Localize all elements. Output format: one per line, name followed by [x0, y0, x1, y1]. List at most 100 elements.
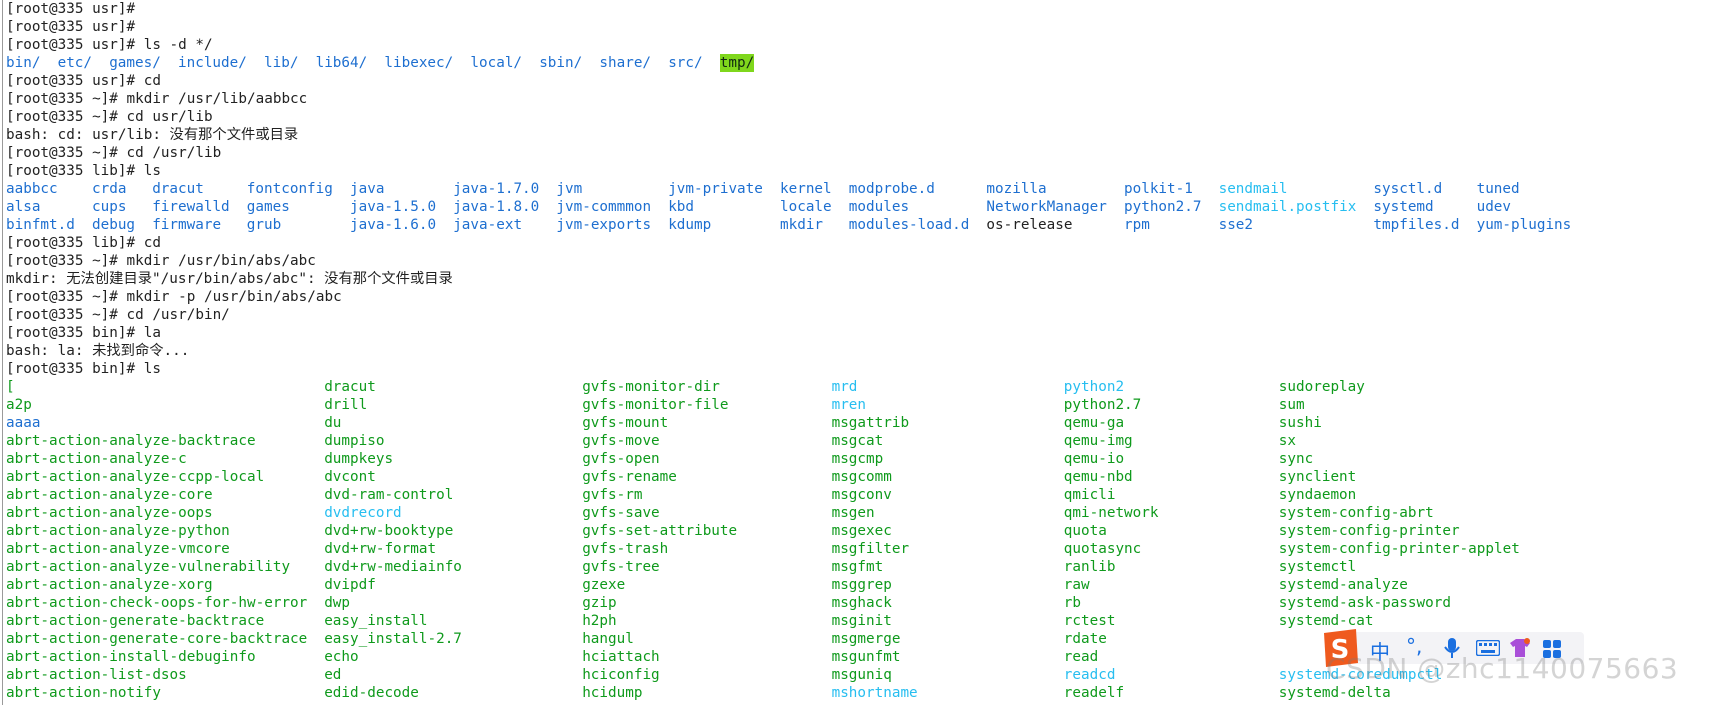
listing-entry: synclient: [1278, 469, 1357, 485]
listing-entry: dracut: [324, 379, 376, 395]
listing-entry: gvfs-monitor-dir: [582, 379, 720, 395]
listing-entry: a2p: [6, 397, 32, 413]
listing-entry: lib/: [264, 55, 299, 71]
listing-entry: rdate: [1063, 631, 1107, 647]
listing-row: aabbcc crda dracut fontconfig java java-1.7.0…: [0, 180, 1714, 198]
listing-entry: easy_install-2.7: [324, 631, 462, 647]
listing-entry: abrt-action-check-oops-for-hw-error: [6, 595, 308, 611]
listing-entry: dvcont: [324, 469, 376, 485]
listing-entry: msginit: [831, 613, 892, 629]
listing-entry: systemd-analyze: [1278, 577, 1408, 593]
listing-entry: gvfs-open: [582, 451, 660, 467]
listing-entry: edid-decode: [324, 685, 419, 701]
terminal-line: [root@335 usr]#: [6, 19, 144, 35]
listing-entry: msghack: [831, 595, 892, 611]
listing-entry: sx: [1278, 433, 1297, 449]
listing-entry: msgmerge: [831, 631, 901, 647]
listing-entry: gvfs-rm: [582, 487, 643, 503]
listing-entry: abrt-action-analyze-vulnerability: [6, 559, 291, 575]
listing-entry: dvd+rw-format: [324, 541, 437, 557]
listing-row: abrt-action-analyze-python dvd+rw-booktyp…: [0, 522, 1714, 540]
listing-entry: dvd+rw-booktype: [324, 523, 454, 539]
listing-entry: modules: [848, 199, 910, 215]
listing-entry: gvfs-save: [582, 505, 660, 521]
listing-entry: etc/: [57, 55, 93, 71]
listing-entry: locale: [780, 199, 832, 215]
listing-entry: systemd: [1373, 199, 1434, 215]
terminal-line: [root@335 lib]# ls: [6, 163, 161, 179]
listing-entry: hangul: [582, 631, 634, 647]
listing-entry: sendmail: [1218, 181, 1288, 197]
listing-entry: qemu-ga: [1063, 415, 1125, 431]
listing-entry: polkit-1: [1124, 181, 1193, 197]
listing-entry: dwp: [324, 595, 351, 611]
listing-entry: abrt-action-analyze-backtrace: [6, 433, 256, 449]
terminal-line: [root@335 ~]# cd usr/lib: [6, 109, 213, 125]
listing-entry: rb: [1063, 595, 1082, 611]
terminal-line: [root@335 ~]# mkdir -p /usr/bin/abs/abc: [6, 289, 342, 305]
listing-entry: msguniq: [831, 667, 892, 683]
listing-entry: java-ext: [453, 217, 523, 233]
listing-entry: aaaa: [6, 415, 41, 431]
terminal-line: bash: cd: usr/lib: 没有那个文件或目录: [6, 127, 299, 143]
listing-entry: dvdrecord: [324, 505, 402, 521]
listing-entry: dvipdf: [324, 577, 376, 593]
listing-entry: abrt-action-analyze-ccpp-local: [6, 469, 265, 485]
listing-entry: rpm: [1124, 217, 1150, 233]
listing-entry: lib64/: [315, 55, 368, 71]
listing-entry: msgconv: [831, 487, 892, 503]
listing-entry: binfmt.d: [6, 217, 75, 233]
listing-entry: grub: [246, 217, 282, 233]
listing-row: abrt-action-analyze-xorg dvipdf gzexe msggr…: [0, 576, 1714, 594]
listing-entry: os-release: [986, 217, 1073, 233]
listing-entry: gvfs-monitor-file: [582, 397, 729, 413]
terminal-line: [root@335 ~]# cd /usr/bin/: [6, 307, 230, 323]
terminal-line: [root@335 usr]# ls -d */: [6, 37, 213, 53]
listing-entry: udev: [1476, 199, 1512, 215]
listing-entry: read: [1063, 649, 1099, 665]
listing-row: abrt-action-analyze-core dvd-ram-control g…: [0, 486, 1714, 504]
listing-entry: systemd-ask-password: [1278, 595, 1451, 611]
listing-entry: qemu-nbd: [1063, 469, 1133, 485]
listing-row: abrt-action-analyze-backtrace dumpiso gvfs…: [0, 432, 1714, 450]
listing-entry: abrt-action-analyze-core: [6, 487, 213, 503]
listing-entry: msgcomm: [831, 469, 892, 485]
terminal-line: [root@335 lib]# cd: [6, 235, 161, 251]
listing-entry: share/: [599, 55, 652, 71]
listing-entry: gvfs-mount: [582, 415, 669, 431]
listing-row: abrt-action-notify edid-decode hcidump msho…: [0, 684, 1714, 702]
listing-entry: abrt-action-analyze-vmcore: [6, 541, 230, 557]
listing-entry: rctest: [1063, 613, 1116, 629]
listing-row: abrt-action-analyze-ccpp-local dvcont gvfs…: [0, 468, 1714, 486]
listing-entry: gvfs-move: [582, 433, 660, 449]
listing-entry: dvd+rw-mediainfo: [324, 559, 462, 575]
listing-entry: alsa: [6, 199, 41, 215]
listing-entry: dumpiso: [324, 433, 385, 449]
listing-entry: local/: [470, 55, 523, 71]
listing-entry: msgfilter: [831, 541, 910, 557]
listing-entry: yum-plugins: [1476, 217, 1572, 233]
listing-row: abrt-action-check-oops-for-hw-error dwp gz…: [0, 594, 1714, 612]
terminal-line: bash: la: 未找到命令...: [6, 343, 190, 359]
listing-entry: crda: [92, 181, 127, 197]
listing-entry: echo: [324, 649, 359, 665]
terminal-line: [root@335 ~]# mkdir /usr/lib/aabbcc: [6, 91, 308, 107]
listing-entry: tuned: [1476, 181, 1520, 197]
listing-entry: systemctl: [1278, 559, 1357, 575]
listing-entry: sudoreplay: [1278, 379, 1365, 395]
listing-entry: dvd-ram-control: [324, 487, 454, 503]
listing-entry: gzexe: [582, 577, 626, 593]
listing-entry: mkdir: [780, 217, 824, 233]
terminal-window[interactable]: [root@335 usr]# [root@335 usr]# [root@33…: [0, 0, 1714, 705]
listing-entry: java-1.7.0: [453, 181, 540, 197]
listing-entry: modules-load.d: [848, 217, 970, 233]
listing-entry: hciattach: [582, 649, 660, 665]
listing-entry: readelf: [1063, 685, 1125, 701]
listing-entry: gvfs-set-attribute: [582, 523, 738, 539]
listing-entry: cups: [92, 199, 127, 215]
listing-entry: NetworkManager: [986, 199, 1107, 215]
terminal-line: [root@335 bin]# la: [6, 325, 161, 341]
listing-entry: gzip: [582, 595, 617, 611]
listing-entry: mozilla: [986, 181, 1047, 197]
terminal-line: mkdir: 无法创建目录"/usr/bin/abs/abc": 没有那个文件或…: [6, 271, 453, 287]
